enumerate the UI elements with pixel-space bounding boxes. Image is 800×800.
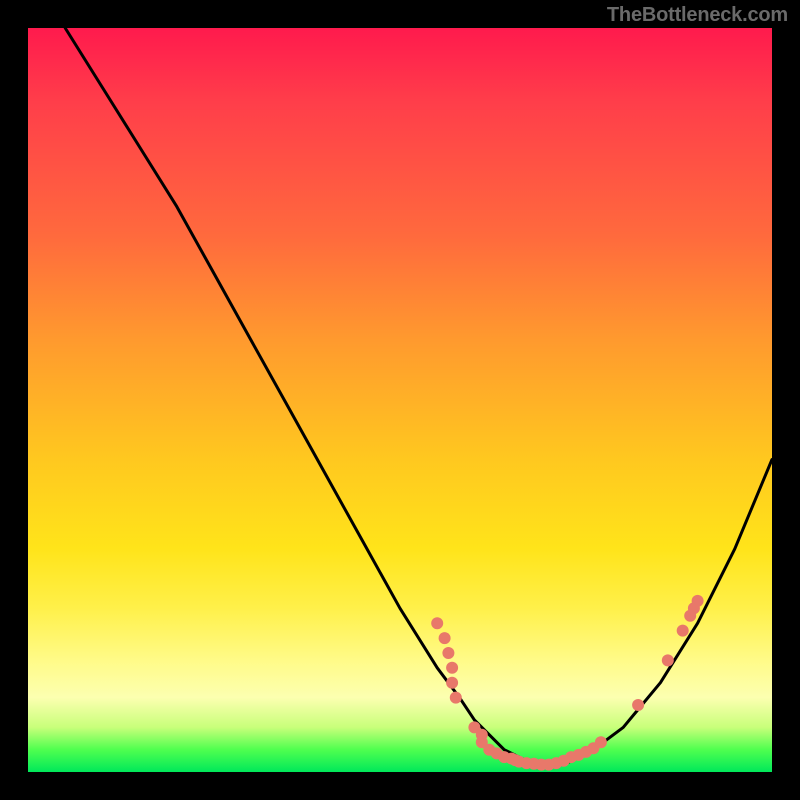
- data-marker: [446, 662, 458, 674]
- data-marker: [692, 595, 704, 607]
- data-marker: [446, 677, 458, 689]
- data-marker: [677, 625, 689, 637]
- data-marker: [662, 654, 674, 666]
- data-marker: [439, 632, 451, 644]
- data-marker: [431, 617, 443, 629]
- watermark-text: TheBottleneck.com: [607, 4, 788, 27]
- curve-svg: [28, 28, 772, 772]
- data-marker: [442, 647, 454, 659]
- marker-group: [431, 595, 703, 771]
- bottleneck-curve: [65, 28, 772, 765]
- plot-area: [28, 28, 772, 772]
- chart-container: TheBottleneck.com: [0, 0, 800, 800]
- data-marker: [632, 699, 644, 711]
- data-marker: [450, 692, 462, 704]
- data-marker: [595, 736, 607, 748]
